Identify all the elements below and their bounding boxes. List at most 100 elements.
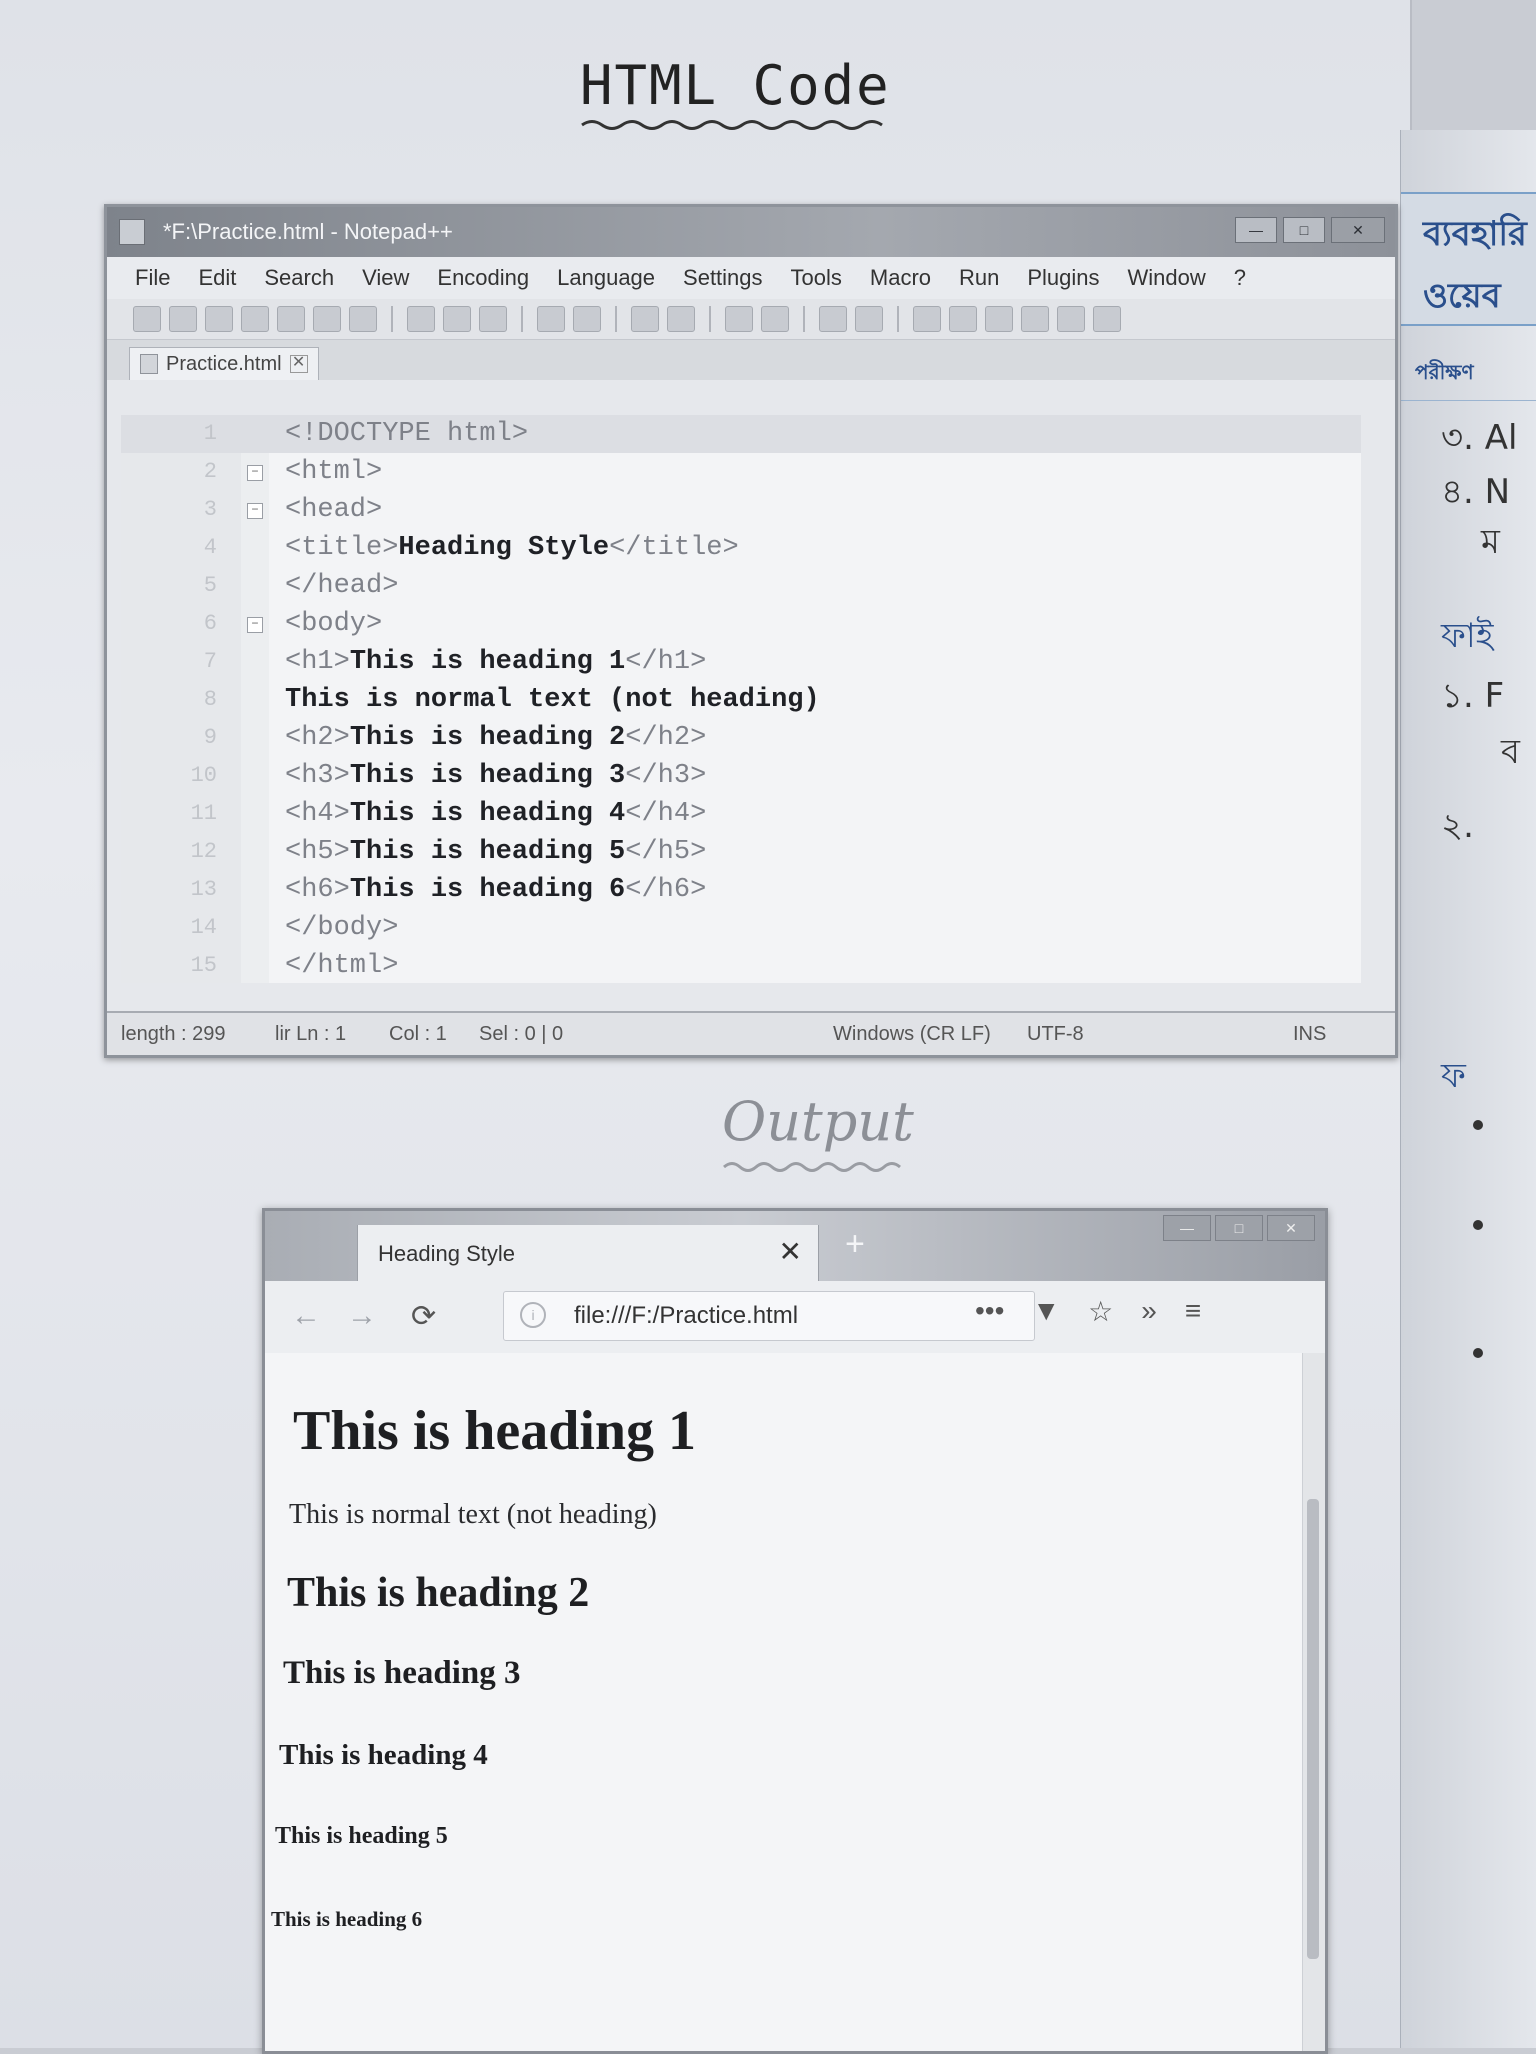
close-file-icon[interactable] xyxy=(277,306,305,332)
close-all-icon[interactable] xyxy=(313,306,341,332)
notepad-app-icon xyxy=(119,219,145,245)
reload-icon[interactable]: ⟳ xyxy=(411,1299,436,1334)
replace-icon[interactable] xyxy=(667,306,695,332)
page-viewport[interactable]: This is heading 1 This is normal text (n… xyxy=(265,1353,1325,2051)
browser-minimize-button[interactable]: — xyxy=(1163,1215,1211,1241)
notepad-titlebar[interactable]: *F:\Practice.html - Notepad++ — □ ✕ xyxy=(107,207,1395,257)
fold-toggle-icon[interactable]: − xyxy=(247,465,263,481)
status-eol: Windows (CR LF) xyxy=(833,1022,991,1045)
save-icon[interactable] xyxy=(205,306,233,332)
code-text: This is heading 4 xyxy=(349,799,626,829)
code-line: 3 − <head> xyxy=(121,491,1361,529)
info-icon[interactable]: i xyxy=(520,1302,546,1328)
menu-macro[interactable]: Macro xyxy=(856,265,945,291)
code-tag-open: <h2> xyxy=(285,723,350,753)
forward-icon[interactable]: → xyxy=(347,1299,377,1333)
menu-edit[interactable]: Edit xyxy=(184,265,250,291)
toolbar-separator xyxy=(521,306,523,332)
menu-encoding[interactable]: Encoding xyxy=(423,265,543,291)
zoom-in-icon[interactable] xyxy=(725,306,753,332)
line-number: 4 xyxy=(203,535,217,560)
toolbar-separator xyxy=(391,306,393,332)
browser-tab[interactable]: Heading Style ✕ xyxy=(357,1225,819,1281)
menu-plugins[interactable]: Plugins xyxy=(1013,265,1113,291)
browser-close-button[interactable]: ✕ xyxy=(1267,1215,1315,1241)
status-selection: Sel : 0 | 0 xyxy=(479,1022,564,1045)
fold-toggle-icon[interactable]: − xyxy=(247,503,263,519)
tab-close-icon[interactable]: ✕ xyxy=(289,355,308,373)
new-tab-icon[interactable]: + xyxy=(845,1225,865,1264)
line-number: 15 xyxy=(190,953,217,978)
menu-file[interactable]: File xyxy=(121,265,184,291)
doc-map-icon[interactable] xyxy=(1021,306,1049,332)
status-insert-mode: INS xyxy=(1293,1022,1327,1045)
code-tag-close: </title> xyxy=(609,533,739,563)
menu-language[interactable]: Language xyxy=(543,265,669,291)
address-bar[interactable]: i file:///F:/Practice.html xyxy=(503,1291,1035,1341)
code-tag-open: </head> xyxy=(285,571,399,601)
pocket-icon[interactable]: ▼ xyxy=(1032,1295,1060,1328)
tab-practice-html[interactable]: Practice.html ✕ xyxy=(129,347,319,380)
undo-icon[interactable] xyxy=(537,306,565,332)
side-line: ১. F xyxy=(1441,676,1505,716)
menu-settings[interactable]: Settings xyxy=(669,265,777,291)
find-icon[interactable] xyxy=(631,306,659,332)
page-actions-icon[interactable]: ••• xyxy=(975,1295,1004,1328)
copy-icon[interactable] xyxy=(443,306,471,332)
word-wrap-icon[interactable] xyxy=(913,306,941,332)
code-line: 6 − <body> xyxy=(121,605,1361,643)
macro-record-icon[interactable] xyxy=(1093,306,1121,332)
open-file-icon[interactable] xyxy=(169,306,197,332)
code-text: Heading Style xyxy=(398,533,610,563)
code-tag-close: </h6> xyxy=(625,875,707,905)
code-text: This is heading 2 xyxy=(349,723,626,753)
indent-guide-icon[interactable] xyxy=(985,306,1013,332)
minimize-button[interactable]: — xyxy=(1235,217,1277,243)
menu-tools[interactable]: Tools xyxy=(777,265,856,291)
maximize-button[interactable]: □ xyxy=(1283,217,1325,243)
overflow-icon[interactable]: » xyxy=(1141,1295,1157,1328)
code-line: 12 <h5>This is heading 5</h5> xyxy=(121,833,1361,871)
sync-vertical-icon[interactable] xyxy=(819,306,847,332)
toolbar-separator xyxy=(615,306,617,332)
sync-horizontal-icon[interactable] xyxy=(855,306,883,332)
code-line: 10 <h3>This is heading 3</h3> xyxy=(121,757,1361,795)
redo-icon[interactable] xyxy=(573,306,601,332)
toolbar-separator xyxy=(709,306,711,332)
line-number: 12 xyxy=(190,839,217,864)
vertical-scrollbar[interactable] xyxy=(1302,1353,1325,2051)
tab-close-icon[interactable]: ✕ xyxy=(779,1235,802,1268)
code-line: 4 <title>Heading Style</title> xyxy=(121,529,1361,567)
code-tag-open: <!DOCTYPE html> xyxy=(285,419,529,449)
menu-view[interactable]: View xyxy=(348,265,423,291)
save-all-icon[interactable] xyxy=(241,306,269,332)
menu-search[interactable]: Search xyxy=(250,265,348,291)
menu-window[interactable]: Window xyxy=(1114,265,1220,291)
scrollbar-thumb[interactable] xyxy=(1307,1499,1319,1959)
browser-maximize-button[interactable]: □ xyxy=(1215,1215,1263,1241)
function-list-icon[interactable] xyxy=(1057,306,1085,332)
code-text: This is normal text (not heading) xyxy=(285,685,820,715)
code-tag-open: <title> xyxy=(285,533,399,563)
bookmark-star-icon[interactable]: ☆ xyxy=(1088,1295,1113,1328)
code-tag-open: <h1> xyxy=(285,647,350,677)
code-line: 13 <h6>This is heading 6</h6> xyxy=(121,871,1361,909)
close-button[interactable]: ✕ xyxy=(1331,217,1385,243)
new-file-icon[interactable] xyxy=(133,306,161,332)
show-all-chars-icon[interactable] xyxy=(949,306,977,332)
side-rule xyxy=(1401,400,1536,401)
code-editor[interactable]: 1 <!DOCTYPE html> 2 − <html> 3 − <head> … xyxy=(121,415,1361,983)
print-icon[interactable] xyxy=(349,306,377,332)
paste-icon[interactable] xyxy=(479,306,507,332)
back-icon[interactable]: ← xyxy=(291,1299,321,1333)
fold-toggle-icon[interactable]: − xyxy=(247,617,263,633)
hamburger-menu-icon[interactable]: ≡ xyxy=(1185,1295,1201,1328)
line-number: 11 xyxy=(190,801,217,826)
line-number: 10 xyxy=(190,763,217,788)
menu-help[interactable]: ? xyxy=(1220,265,1260,291)
side-line: ম xyxy=(1481,522,1500,562)
cut-icon[interactable] xyxy=(407,306,435,332)
zoom-out-icon[interactable] xyxy=(761,306,789,332)
url-text: file:///F:/Practice.html xyxy=(574,1302,799,1329)
menu-run[interactable]: Run xyxy=(945,265,1013,291)
